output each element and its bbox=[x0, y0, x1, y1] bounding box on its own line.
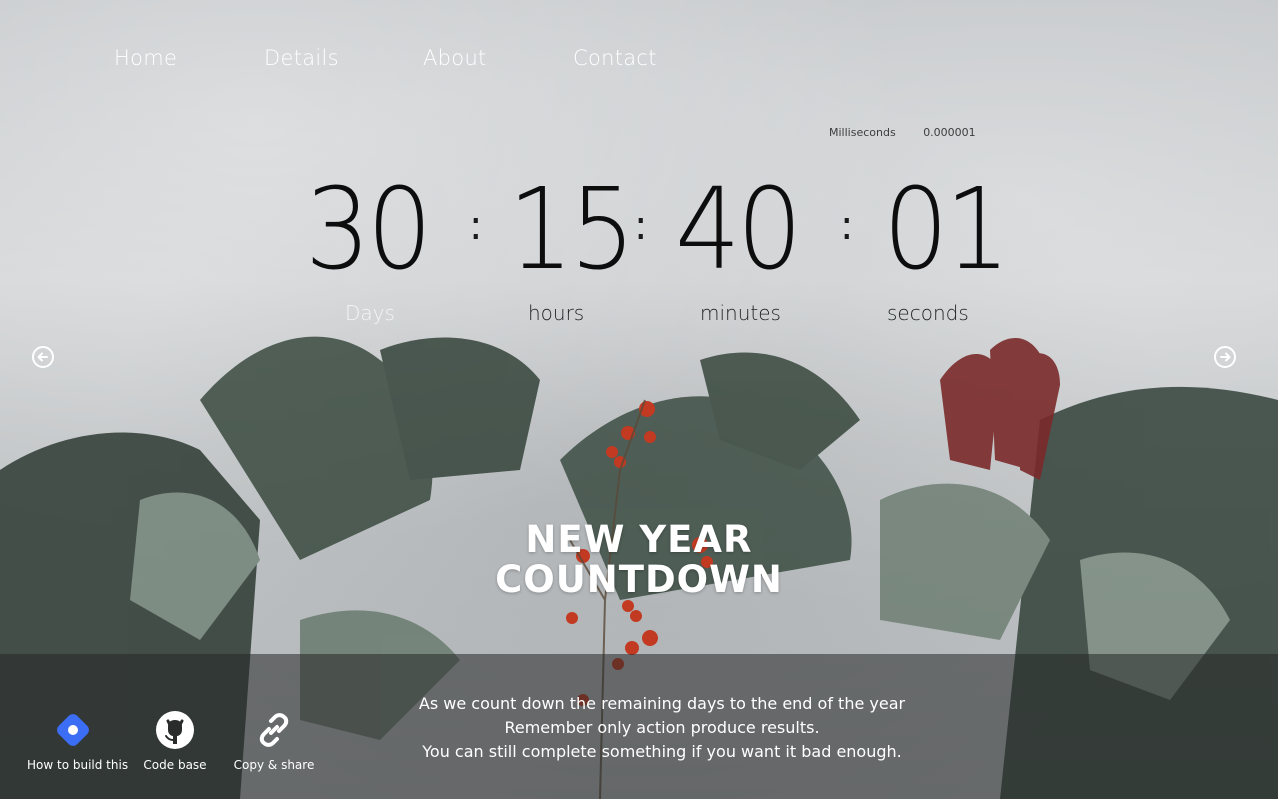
separator-2: : bbox=[634, 203, 648, 249]
nav-about-link[interactable]: About bbox=[423, 46, 487, 70]
milliseconds-readout: Milliseconds 0.000001 bbox=[829, 126, 976, 139]
nav-details-link[interactable]: Details bbox=[264, 46, 339, 70]
diamond-dot-icon bbox=[57, 714, 89, 746]
link-icon bbox=[259, 713, 289, 747]
nav-home-link[interactable]: Home bbox=[114, 46, 177, 70]
copy-share-label: Copy & share bbox=[233, 758, 315, 772]
headline-line-2: COUNTDOWN bbox=[495, 558, 783, 601]
hours-label: hours bbox=[528, 301, 585, 325]
minutes-label: minutes bbox=[700, 301, 781, 325]
seconds-label: seconds bbox=[887, 301, 969, 325]
arrow-left-circle-icon bbox=[32, 346, 54, 368]
message-line-3: You can still complete something if you … bbox=[422, 742, 902, 761]
next-slide-button[interactable] bbox=[1213, 345, 1237, 369]
separator-3: : bbox=[840, 203, 854, 249]
days-value: 30 bbox=[305, 165, 432, 295]
milliseconds-label: Milliseconds bbox=[829, 126, 896, 139]
prev-slide-button[interactable] bbox=[31, 345, 55, 369]
minutes-value: 40 bbox=[675, 165, 802, 295]
arrow-right-circle-icon bbox=[1214, 346, 1236, 368]
how-to-build-button[interactable]: How to build this bbox=[27, 708, 129, 772]
how-to-build-label: How to build this bbox=[27, 758, 129, 772]
separator-1: : bbox=[469, 203, 483, 249]
countdown-digits: 30 : 15 : 40 : 01 bbox=[0, 170, 1278, 290]
days-label: Days bbox=[345, 301, 395, 325]
page-headline: NEW YEAR COUNTDOWN bbox=[0, 520, 1278, 600]
headline-line-1: NEW YEAR bbox=[525, 518, 753, 561]
message-line-2: Remember only action produce results. bbox=[504, 718, 820, 737]
code-base-label: Code base bbox=[143, 758, 207, 772]
copy-share-button[interactable]: Copy & share bbox=[230, 708, 318, 772]
nav-contact-link[interactable]: Contact bbox=[573, 46, 657, 70]
main-nav: Home Details About Contact bbox=[0, 46, 1278, 78]
code-base-button[interactable]: Code base bbox=[140, 708, 210, 772]
message-line-1: As we count down the remaining days to t… bbox=[418, 694, 906, 713]
hours-value: 15 bbox=[508, 165, 635, 295]
seconds-value: 01 bbox=[883, 165, 1010, 295]
github-icon bbox=[156, 711, 194, 749]
motivational-message: As we count down the remaining days to t… bbox=[400, 692, 924, 764]
milliseconds-value: 0.000001 bbox=[923, 126, 976, 139]
